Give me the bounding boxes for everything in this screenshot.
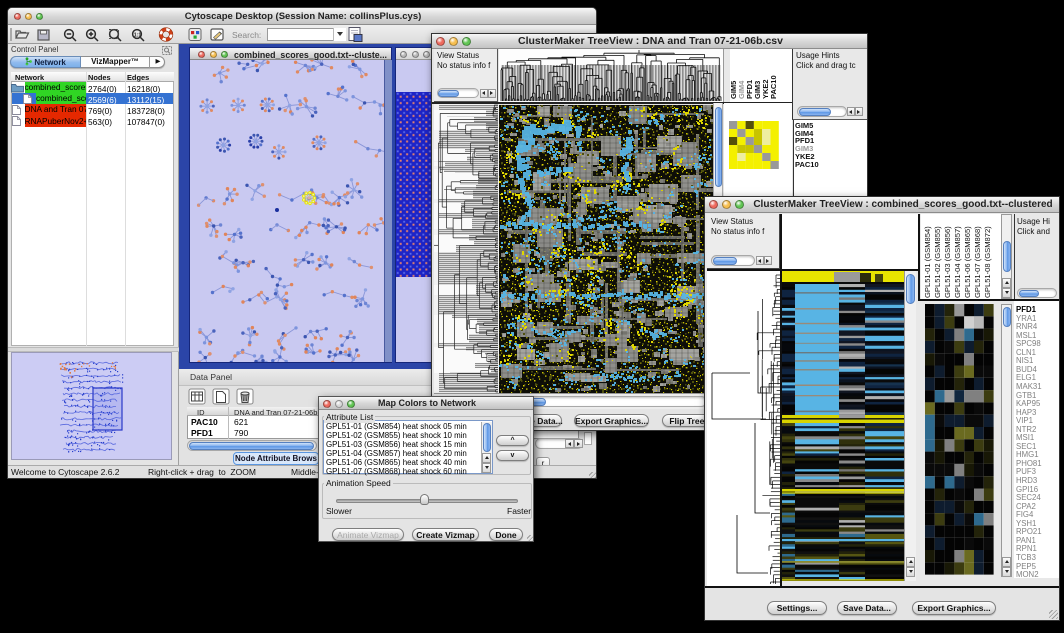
svg-text:1:1: 1:1 xyxy=(134,32,142,38)
svg-text:GPL51-06 (GSM865): GPL51-06 (GSM865) xyxy=(963,226,972,298)
svg-text:GPL51-07 (GSM868): GPL51-07 (GSM868) xyxy=(973,226,982,298)
svg-text:GPL51-04 (GSM857): GPL51-04 (GSM857) xyxy=(953,226,962,298)
svg-text:GPL51-01 (GSM854): GPL51-01 (GSM854) xyxy=(923,226,932,298)
svg-text:GPL51-02 (GSM855): GPL51-02 (GSM855) xyxy=(933,226,942,298)
svg-text:GPL51-08 (GSM872): GPL51-08 (GSM872) xyxy=(983,226,992,298)
svg-text:GPL51-03 (GSM856): GPL51-03 (GSM856) xyxy=(943,226,952,298)
svg-text:PAC10: PAC10 xyxy=(769,75,778,99)
